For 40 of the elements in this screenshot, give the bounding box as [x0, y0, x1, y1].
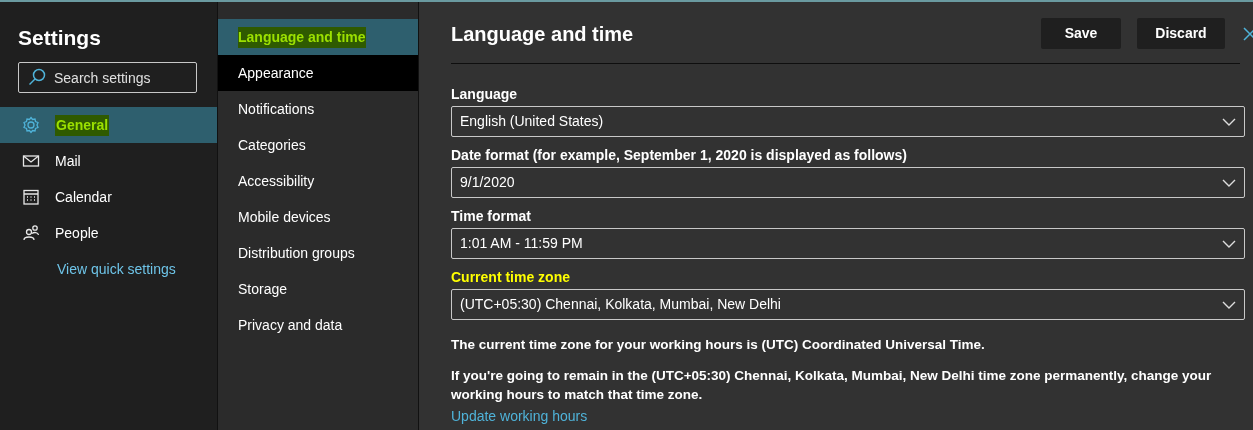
search-icon	[28, 68, 46, 86]
sidebar-item[interactable]: Mail	[0, 143, 217, 179]
sidebar-item[interactable]: People	[0, 215, 217, 251]
field-label: Language	[451, 85, 518, 104]
subnav-item[interactable]: Appearance	[218, 55, 418, 91]
mail-icon	[22, 152, 40, 170]
subnav-item[interactable]: Distribution groups	[218, 235, 418, 271]
chevron-down-icon	[1222, 239, 1236, 248]
subnav-item[interactable]: Language and time	[218, 19, 418, 55]
subnav-item[interactable]: Notifications	[218, 91, 418, 127]
discard-button[interactable]: Discard	[1137, 18, 1225, 49]
quick-settings-link[interactable]: View quick settings	[57, 259, 217, 280]
subnav-item[interactable]: Accessibility	[218, 163, 418, 199]
field-label: Time format	[451, 207, 531, 226]
field-label: Current time zone	[451, 268, 570, 287]
chevron-down-icon	[1222, 178, 1236, 187]
sidebar-item[interactable]: General	[0, 107, 217, 143]
panel-title: Language and time	[451, 21, 635, 47]
chevron-down-icon	[1222, 300, 1236, 309]
subnav-item[interactable]: Mobile devices	[218, 199, 418, 235]
search-field[interactable]: Search settings	[18, 62, 197, 93]
dropdown-field[interactable]: English (United States)	[451, 106, 1245, 137]
dropdown-field[interactable]: 1:01 AM - 11:59 PM	[451, 228, 1245, 259]
dropdown-field[interactable]: (UTC+05:30) Chennai, Kolkata, Mumbai, New Delhi	[451, 289, 1245, 320]
subnav-item[interactable]: Categories	[218, 127, 418, 163]
dropdown-field[interactable]: 9/1/2020	[451, 167, 1245, 198]
save-button[interactable]: Save	[1041, 18, 1121, 49]
subnav-item[interactable]: Privacy and data	[218, 307, 418, 343]
people-icon	[22, 224, 40, 242]
sidebar-item[interactable]: Calendar	[0, 179, 217, 215]
info-text: The current time zone for your working hours is (UTC) Coordinated Universal Time.	[451, 336, 986, 354]
close-icon[interactable]	[1243, 26, 1253, 41]
sidebar-title: Settings	[18, 25, 102, 50]
update-hours-link[interactable]: Update working hours	[451, 406, 588, 427]
gear-icon	[22, 116, 40, 134]
info-text: If you're going to remain in the (UTC+05:30) Chennai, Kolkata, Mumbai, New Delhi time zone permanently, change your working hours to match that time zone.	[451, 367, 1213, 404]
field-label: Date format (for example, September 1, 2020 is displayed as follows)	[451, 146, 907, 165]
chevron-down-icon	[1222, 117, 1236, 126]
subnav-item[interactable]: Storage	[218, 271, 418, 307]
calendar-icon	[22, 188, 40, 206]
